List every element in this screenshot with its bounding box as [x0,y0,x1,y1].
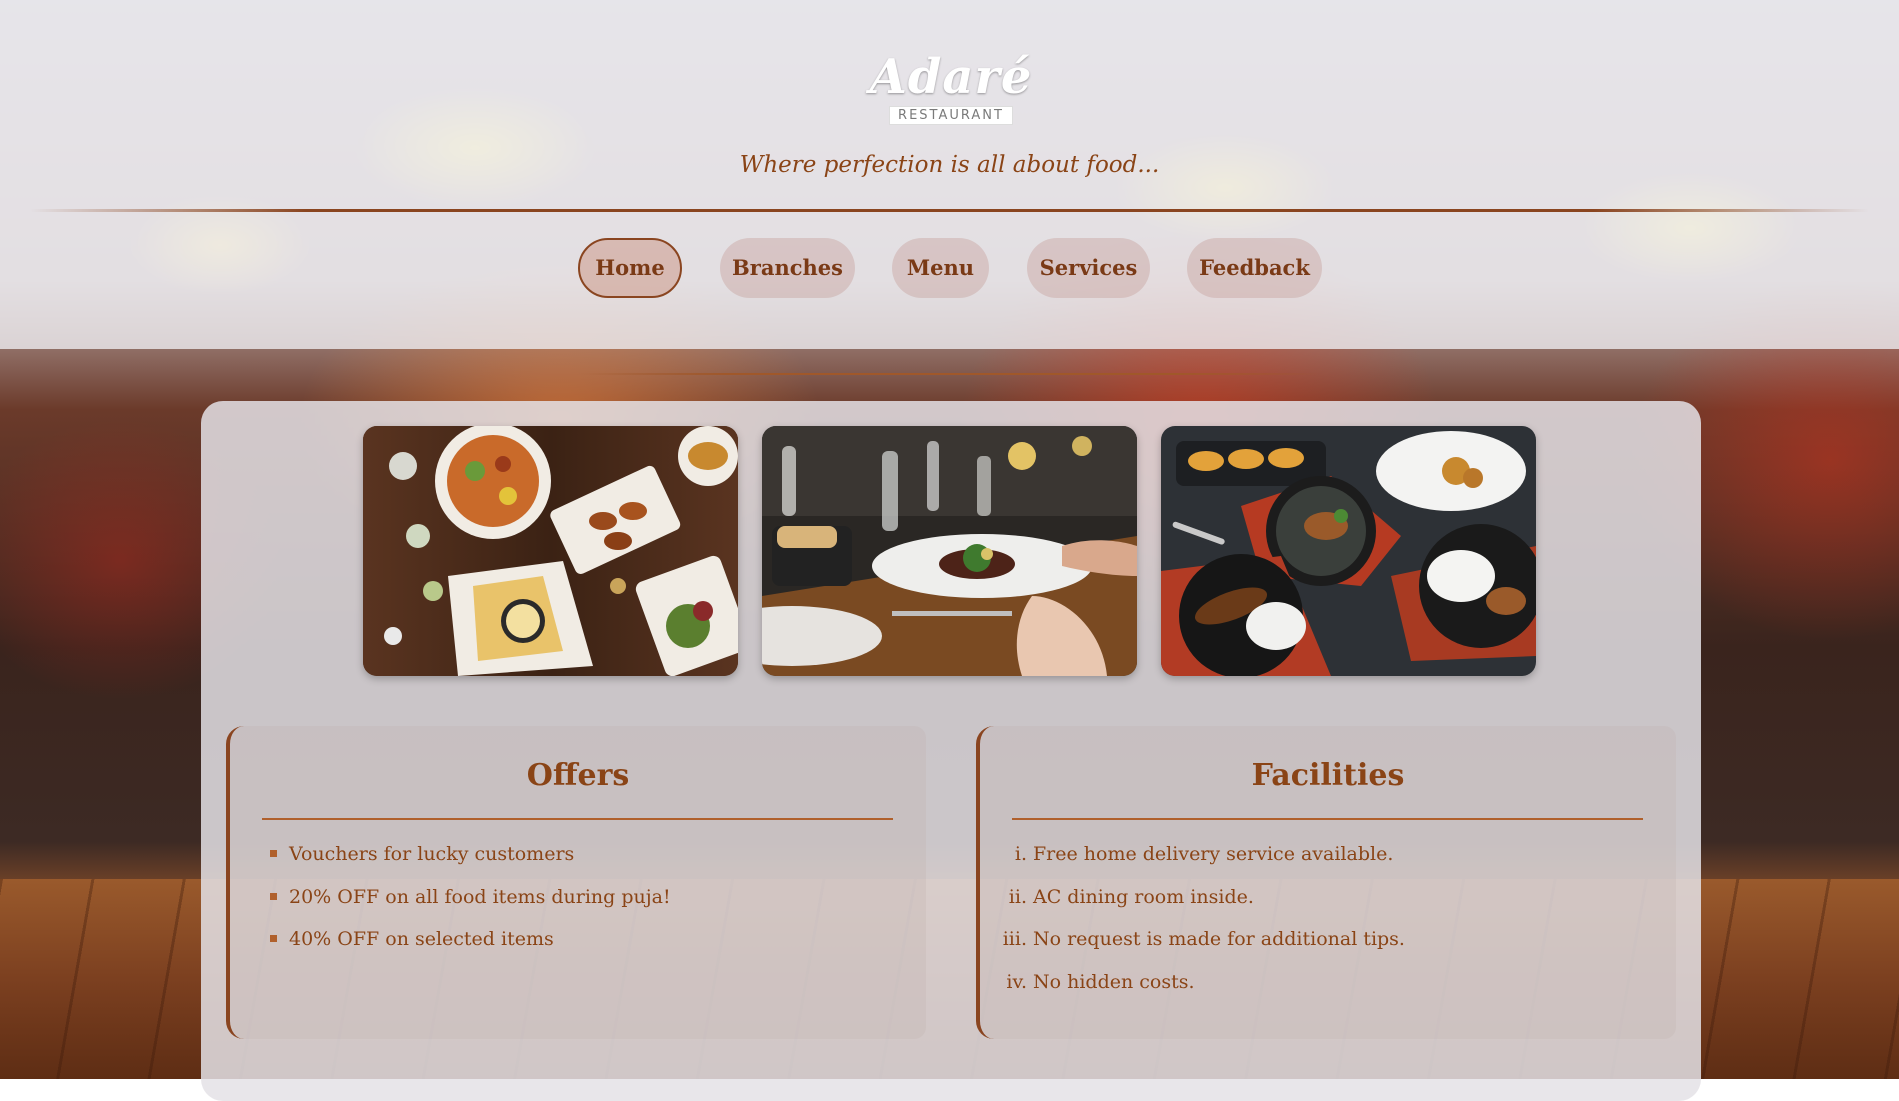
logo-wordmark: Adaré [869,49,1033,105]
offer-text: 20% OFF on all food items during puja! [289,885,671,908]
header-divider [30,209,1869,212]
facilities-card: Facilities i. Free home delivery service … [976,726,1676,1039]
facilities-title: Facilities [1251,758,1405,793]
list-item: iii. No request is made for additional ti… [980,928,1405,971]
offers-title: Offers [526,758,630,793]
restaurant-logo[interactable]: Adaré RESTAURANT [866,50,1036,125]
table-spread-photo [363,426,738,676]
nav-services-button[interactable]: Services [1027,238,1150,298]
facilities-list: i. Free home delivery service available. … [980,843,1405,1013]
facilities-divider [1012,818,1643,820]
list-item: 20% OFF on all food items during puja! [230,886,671,929]
list-item: i. Free home delivery service available. [980,843,1405,886]
logo-subtitle: RESTAURANT [889,106,1013,125]
list-item: Vouchers for lucky customers [230,843,671,886]
nav-branches-button[interactable]: Branches [720,238,855,298]
offers-divider [262,818,893,820]
nav-home-button[interactable]: Home [578,238,682,298]
tagline: Where perfection is all about food... [739,152,1160,178]
content-panel: Offers Vouchers for lucky customers 20% … [201,401,1701,1101]
nav-divider [580,373,1320,375]
bullet-icon [270,892,277,900]
offer-text: Vouchers for lucky customers [289,843,575,865]
nav-menu-button[interactable]: Menu [892,238,989,298]
plated-dishes-photo [1161,426,1536,676]
list-numeral: ii. [1008,885,1027,908]
list-item: 40% OFF on selected items [230,928,671,971]
list-item: iv. No hidden costs. [980,971,1405,1014]
facility-text: Free home delivery service available. [1033,843,1394,865]
nav-feedback-button[interactable]: Feedback [1187,238,1322,298]
bullet-icon [270,935,277,942]
offers-list: Vouchers for lucky customers 20% OFF on … [230,843,671,971]
facility-text: AC dining room inside. [1033,885,1254,908]
offer-text: 40% OFF on selected items [289,928,554,950]
facility-text: No hidden costs. [1033,970,1195,993]
list-numeral: iv. [1006,970,1027,993]
bullet-icon [270,850,277,857]
list-item: ii. AC dining room inside. [980,886,1405,929]
fine-dining-photo [762,426,1137,676]
main-nav: Home Branches Menu Services Feedback [0,238,1899,298]
list-numeral: i. [1014,843,1027,865]
facility-text: No request is made for additional tips. [1033,928,1405,950]
offers-card: Offers Vouchers for lucky customers 20% … [226,726,926,1039]
list-numeral: iii. [1002,928,1027,950]
site-header: Adaré RESTAURANT Where perfection is all… [0,0,1899,349]
